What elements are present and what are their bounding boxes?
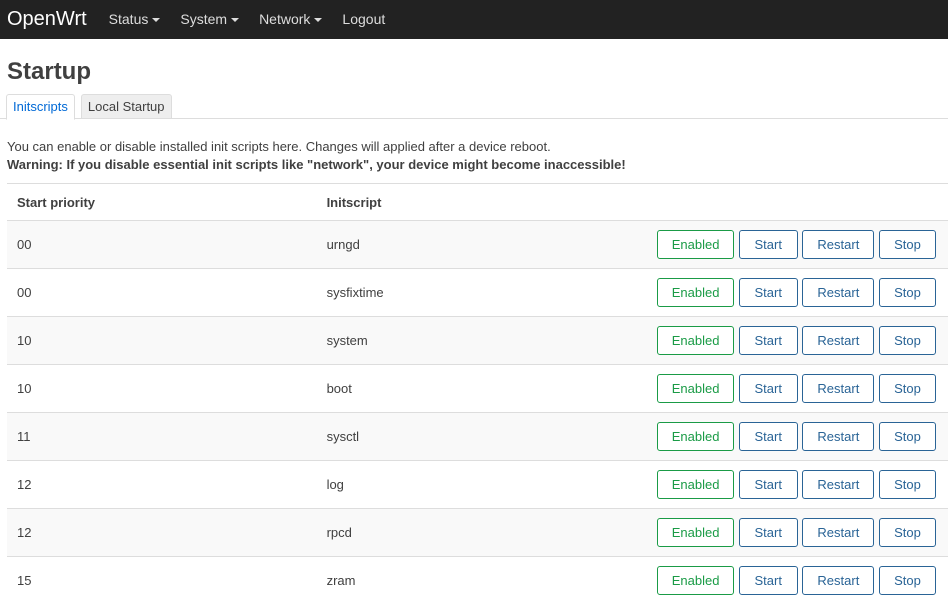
tab-local-startup[interactable]: Local Startup [80, 94, 172, 119]
table-row: 11 sysctl Enabled Start Restart Stop [7, 412, 948, 461]
nav-logout[interactable]: Logout [342, 0, 385, 39]
nav-menu-system-label: System [180, 11, 228, 27]
restart-button[interactable]: Restart [802, 422, 875, 451]
start-priority-cell: 12 [17, 477, 32, 492]
nav-menu-network-label: Network [259, 11, 311, 27]
table-row: 10 boot Enabled Start Restart Stop [7, 364, 948, 413]
nav-menu-system[interactable]: System [180, 0, 240, 39]
start-button[interactable]: Start [738, 470, 798, 499]
actions-cell: Enabled Start Restart Stop [646, 413, 948, 461]
enabled-toggle-button[interactable]: Enabled [657, 326, 735, 355]
start-priority-cell: 10 [17, 381, 32, 396]
actions-cell: Enabled Start Restart Stop [646, 461, 948, 509]
table-row: 10 system Enabled Start Restart Stop [7, 316, 948, 365]
actions-cell: Enabled Start Restart Stop [646, 221, 948, 269]
table-row: 00 urngd Enabled Start Restart Stop [7, 220, 948, 269]
restart-button[interactable]: Restart [802, 470, 875, 499]
start-button[interactable]: Start [738, 566, 798, 596]
table-row: 15 zram Enabled Start Restart Stop [7, 556, 948, 602]
caret-down-icon [152, 18, 161, 22]
start-button[interactable]: Start [738, 374, 798, 403]
stop-button[interactable]: Stop [879, 470, 936, 499]
page-title: Startup [7, 58, 91, 85]
header-start-priority: Start priority [17, 194, 96, 210]
stop-button[interactable]: Stop [879, 518, 936, 547]
start-priority-cell: 11 [17, 429, 31, 444]
stop-button[interactable]: Stop [879, 278, 936, 307]
nav-menu-status-label: Status [108, 11, 149, 27]
caret-down-icon [314, 18, 323, 22]
restart-button[interactable]: Restart [802, 374, 875, 403]
start-button[interactable]: Start [738, 278, 798, 307]
top-navbar: OpenWrt Status System Network Logout [0, 0, 948, 39]
actions-cell: Enabled Start Restart Stop [646, 509, 948, 557]
initscript-name-cell: system [326, 333, 368, 348]
table-row: 12 rpcd Enabled Start Restart Stop [7, 508, 948, 557]
table-body: 00 urngd Enabled Start Restart Stop 00 sysfi… [7, 220, 948, 602]
initscript-name-cell: urngd [326, 237, 360, 252]
initscript-name-cell: sysctl [326, 429, 360, 444]
enabled-toggle-button[interactable]: Enabled [657, 422, 735, 451]
enabled-toggle-button[interactable]: Enabled [657, 470, 735, 499]
stop-button[interactable]: Stop [879, 422, 936, 451]
table-row: 00 sysfixtime Enabled Start Restart Stop [7, 268, 948, 317]
actions-cell: Enabled Start Restart Stop [646, 365, 948, 413]
tab-bar: Initscripts Local Startup [0, 94, 948, 120]
table-row: 12 log Enabled Start Restart Stop [7, 460, 948, 509]
actions-cell: Enabled Start Restart Stop [646, 557, 948, 602]
initscript-name-cell: log [326, 477, 344, 492]
initscript-name-cell: zram [326, 573, 356, 589]
stop-button[interactable]: Stop [879, 374, 936, 403]
nav-menu-status[interactable]: Status [109, 0, 161, 39]
start-priority-cell: 00 [17, 237, 32, 252]
tab-initscripts[interactable]: Initscripts [6, 94, 75, 120]
initscript-name-cell: rpcd [326, 525, 352, 540]
start-priority-cell: 10 [17, 333, 32, 348]
warning-text: Warning: If you disable essential init s… [7, 157, 626, 172]
stop-button[interactable]: Stop [879, 566, 936, 596]
enabled-toggle-button[interactable]: Enabled [657, 518, 735, 547]
start-priority-cell: 12 [17, 525, 32, 540]
start-button[interactable]: Start [738, 230, 798, 259]
actions-cell: Enabled Start Restart Stop [646, 269, 948, 317]
restart-button[interactable]: Restart [802, 326, 875, 355]
nav-menu-network[interactable]: Network [259, 0, 323, 39]
enabled-toggle-button[interactable]: Enabled [657, 374, 735, 403]
restart-button[interactable]: Restart [802, 518, 875, 547]
description-block: You can enable or disable installed init… [7, 138, 948, 174]
table-header-row: Start priority Initscript [7, 183, 948, 221]
start-priority-cell: 00 [17, 285, 32, 300]
start-button[interactable]: Start [738, 422, 798, 451]
start-priority-cell: 15 [17, 573, 32, 589]
enabled-toggle-button[interactable]: Enabled [657, 278, 735, 307]
start-button[interactable]: Start [738, 518, 798, 547]
enabled-toggle-button[interactable]: Enabled [657, 566, 735, 596]
restart-button[interactable]: Restart [802, 566, 875, 596]
start-button[interactable]: Start [738, 326, 798, 355]
caret-down-icon [231, 18, 240, 22]
initscript-name-cell: sysfixtime [326, 285, 384, 300]
description-text: You can enable or disable installed init… [7, 139, 551, 154]
stop-button[interactable]: Stop [879, 326, 936, 355]
initscript-name-cell: boot [326, 381, 352, 396]
initscripts-table: Start priority Initscript 00 urngd Enabled… [7, 183, 948, 602]
enabled-toggle-button[interactable]: Enabled [657, 230, 735, 259]
restart-button[interactable]: Restart [802, 230, 875, 259]
header-initscript: Initscript [326, 194, 382, 210]
header-actions [646, 184, 948, 221]
brand-logo[interactable]: OpenWrt [7, 0, 87, 39]
stop-button[interactable]: Stop [879, 230, 936, 259]
restart-button[interactable]: Restart [802, 278, 875, 307]
actions-cell: Enabled Start Restart Stop [646, 317, 948, 365]
